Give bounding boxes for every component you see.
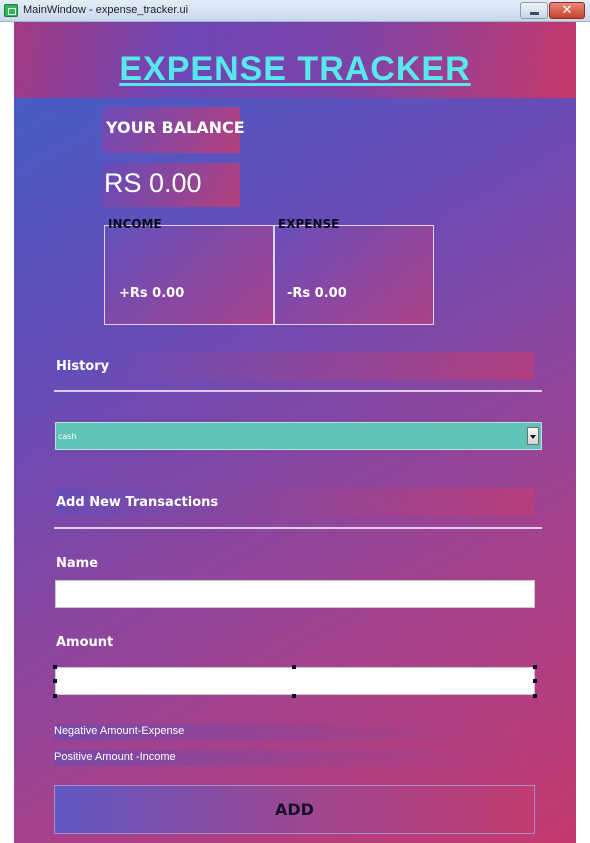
balance-value: RS 0.00 xyxy=(104,168,202,198)
window-titlebar: MainWindow - expense_tracker.ui ✕ xyxy=(0,0,590,22)
add-section-label: Add New Transactions xyxy=(56,495,219,510)
history-divider xyxy=(54,390,542,392)
app-window-icon xyxy=(4,4,18,17)
add-section-divider xyxy=(54,527,542,529)
selection-handle[interactable] xyxy=(292,665,296,669)
income-value: +Rs 0.00 xyxy=(119,286,185,301)
selection-handle[interactable] xyxy=(53,694,57,698)
income-groupbox: INCOME +Rs 0.00 xyxy=(104,217,274,325)
amount-input[interactable] xyxy=(55,667,535,695)
window-title: MainWindow - expense_tracker.ui xyxy=(23,4,189,16)
selection-handle[interactable] xyxy=(53,679,57,683)
selection-handle[interactable] xyxy=(533,694,537,698)
app-title: EXPENSE TRACKER xyxy=(119,50,471,88)
positive-amount-hint: Positive Amount -Income xyxy=(54,751,176,763)
expense-value: -Rs 0.00 xyxy=(287,286,347,301)
selection-handle[interactable] xyxy=(292,694,296,698)
expense-label: EXPENSE xyxy=(278,217,340,231)
history-label: History xyxy=(56,359,110,374)
selection-handle[interactable] xyxy=(533,679,537,683)
balance-label: YOUR BALANCE xyxy=(106,118,245,137)
history-header-background xyxy=(54,352,534,380)
history-filter-combobox[interactable]: cash xyxy=(55,422,542,450)
combo-selected-value: cash xyxy=(58,432,77,441)
amount-label: Amount xyxy=(56,635,114,650)
main-window: EXPENSE TRACKER YOUR BALANCE RS 0.00 INC… xyxy=(14,22,576,843)
chevron-down-icon[interactable] xyxy=(527,427,539,445)
close-button[interactable]: ✕ xyxy=(549,2,585,19)
name-label: Name xyxy=(56,556,99,571)
income-label: INCOME xyxy=(108,217,162,231)
selection-handle[interactable] xyxy=(53,665,57,669)
add-button[interactable]: ADD xyxy=(54,785,535,834)
selection-handle[interactable] xyxy=(533,665,537,669)
name-input[interactable] xyxy=(55,580,535,608)
negative-amount-hint: Negative Amount-Expense xyxy=(54,725,185,737)
minimize-button[interactable] xyxy=(520,2,548,19)
expense-groupbox: EXPENSE -Rs 0.00 xyxy=(274,217,434,325)
